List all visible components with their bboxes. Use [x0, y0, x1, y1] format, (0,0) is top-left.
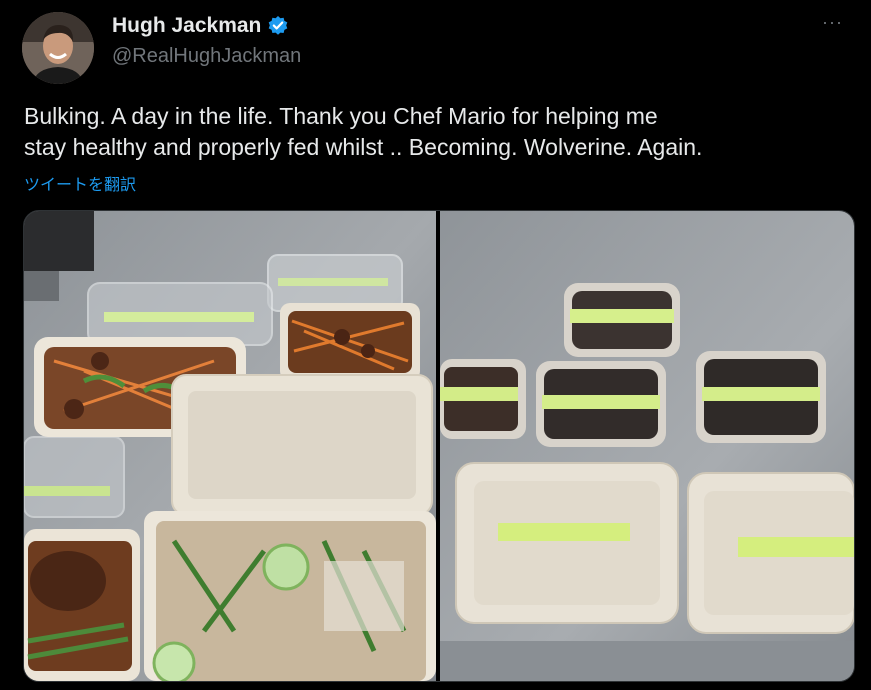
- author-name[interactable]: Hugh Jackman: [112, 14, 261, 38]
- meal-prep-photo-right[interactable]: [440, 211, 854, 681]
- media-grid: [23, 210, 855, 682]
- translate-tweet-link[interactable]: ツイートを翻訳: [24, 171, 136, 195]
- avatar-image: [22, 12, 94, 84]
- more-options-icon[interactable]: ···: [822, 12, 843, 33]
- verified-badge-icon: [267, 15, 289, 37]
- author-handle[interactable]: @RealHughJackman: [112, 45, 301, 68]
- tweet-text: Bulking. A day in the life. Thank you Ch…: [24, 103, 703, 160]
- meal-prep-photo-left[interactable]: [24, 211, 436, 681]
- author-name-row: Hugh Jackman: [112, 14, 289, 38]
- author-avatar[interactable]: [22, 12, 94, 84]
